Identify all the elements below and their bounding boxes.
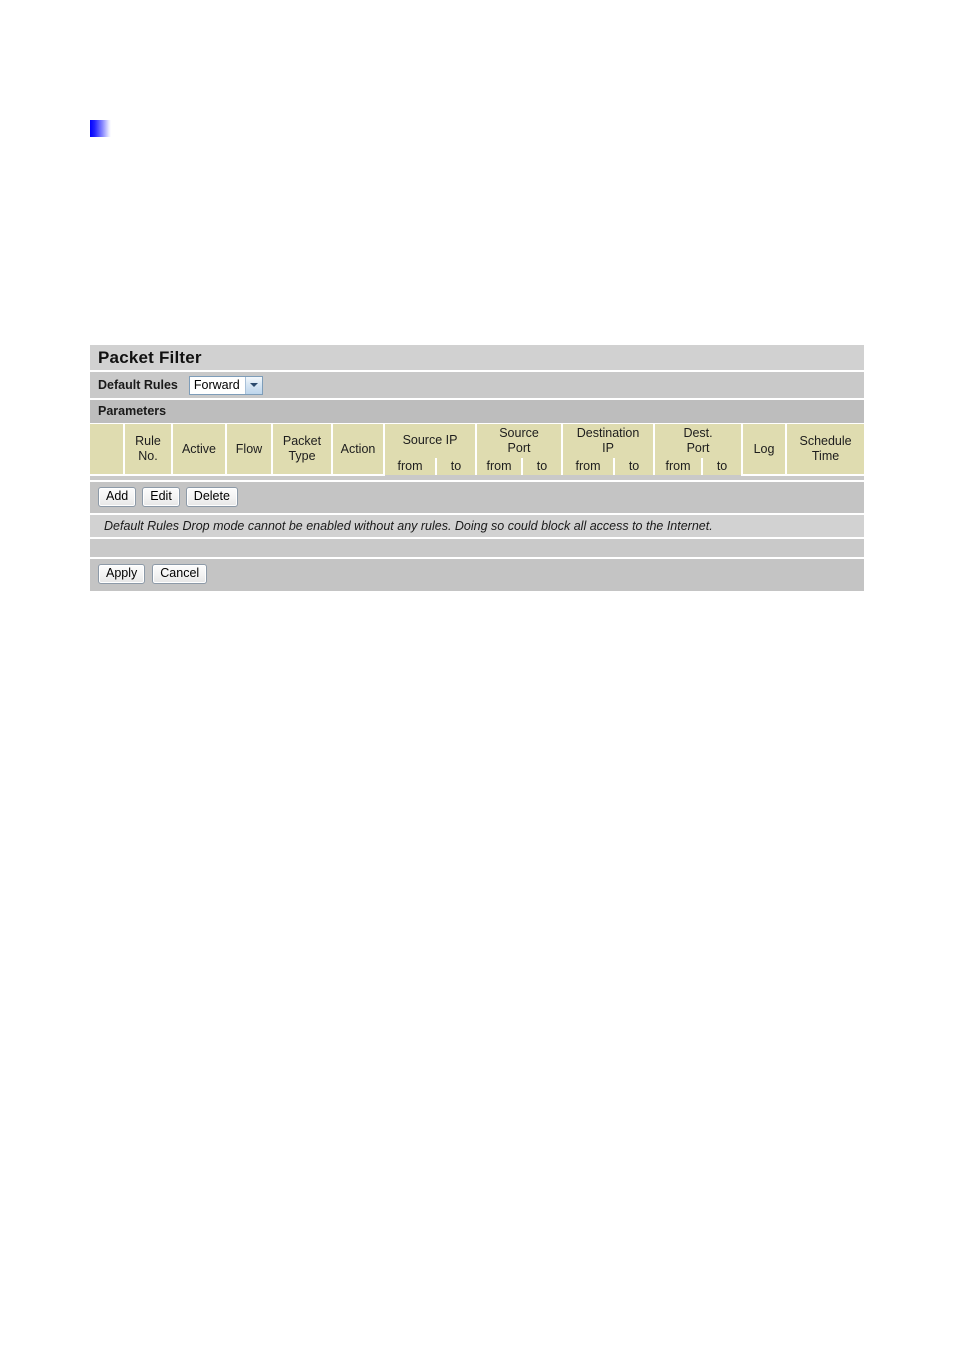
col-destination-ip-to: to bbox=[614, 457, 656, 476]
delete-button[interactable]: Delete bbox=[185, 487, 238, 508]
default-rules-label: Default Rules bbox=[98, 378, 178, 392]
col-source-port: Source Port bbox=[476, 424, 564, 458]
default-rules-select[interactable]: Forward bbox=[188, 375, 263, 395]
form-actions-row: Apply Cancel bbox=[90, 559, 864, 592]
add-button[interactable]: Add bbox=[98, 487, 137, 508]
col-dest-port: Dest. Port bbox=[654, 424, 744, 458]
col-rule-no-line1: Rule bbox=[135, 434, 161, 449]
col-schedule-time: Schedule Time bbox=[786, 424, 865, 477]
col-destination-ip: Destination IP bbox=[562, 424, 656, 458]
packet-filter-rules-table: Rule No. Active Flow Packet Type Action … bbox=[90, 424, 865, 477]
col-dest-port-to: to bbox=[702, 457, 744, 476]
col-flow: Flow bbox=[226, 424, 273, 477]
col-dest-port-from: from bbox=[654, 457, 704, 476]
parameters-section-label: Parameters bbox=[90, 400, 864, 424]
edit-button[interactable]: Edit bbox=[142, 487, 180, 508]
chevron-down-icon[interactable] bbox=[244, 376, 262, 394]
col-source-port-line1: Source bbox=[499, 426, 539, 440]
col-active: Active bbox=[172, 424, 227, 477]
default-rules-row: Default Rules Forward bbox=[90, 372, 864, 400]
col-packet-type-line1: Packet bbox=[282, 434, 322, 449]
col-action: Action bbox=[332, 424, 385, 477]
col-schedule-time-line2: Time bbox=[811, 449, 840, 464]
col-dest-port-line2: Port bbox=[686, 440, 710, 455]
cancel-button[interactable]: Cancel bbox=[152, 564, 208, 585]
col-source-port-to: to bbox=[522, 457, 564, 476]
default-rules-selected-value: Forward bbox=[193, 378, 240, 392]
col-schedule-time-line1: Schedule bbox=[799, 434, 852, 449]
rule-actions-row: Add Edit Delete bbox=[90, 482, 864, 516]
col-destination-ip-line1: Destination bbox=[576, 426, 640, 440]
col-source-port-from: from bbox=[476, 457, 524, 476]
col-destination-ip-line2: IP bbox=[602, 440, 614, 455]
col-source-ip-to: to bbox=[436, 457, 478, 476]
col-log: Log bbox=[742, 424, 788, 477]
col-rule-no-line2: No. bbox=[138, 449, 158, 464]
packet-filter-panel: Packet Filter Default Rules Forward Para… bbox=[90, 345, 865, 592]
blue-gradient-marker-icon bbox=[90, 120, 111, 137]
col-packet-type: Packet Type bbox=[272, 424, 333, 477]
page-title: Packet Filter bbox=[90, 345, 864, 372]
col-source-port-line2: Port bbox=[507, 440, 531, 455]
col-rule-no: Rule No. bbox=[124, 424, 173, 477]
col-source-ip-from: from bbox=[384, 457, 437, 476]
col-source-ip: Source IP bbox=[384, 424, 478, 458]
spacer-row bbox=[90, 539, 864, 560]
col-dest-port-line1: Dest. bbox=[683, 426, 713, 440]
note-text: Default Rules Drop mode cannot be enable… bbox=[90, 515, 864, 540]
apply-button[interactable]: Apply bbox=[98, 564, 146, 585]
col-destination-ip-from: from bbox=[562, 457, 616, 476]
col-packet-type-line2: Type bbox=[288, 449, 316, 464]
col-select-all[interactable] bbox=[90, 424, 125, 477]
table-header-row-primary: Rule No. Active Flow Packet Type Action … bbox=[90, 424, 865, 477]
